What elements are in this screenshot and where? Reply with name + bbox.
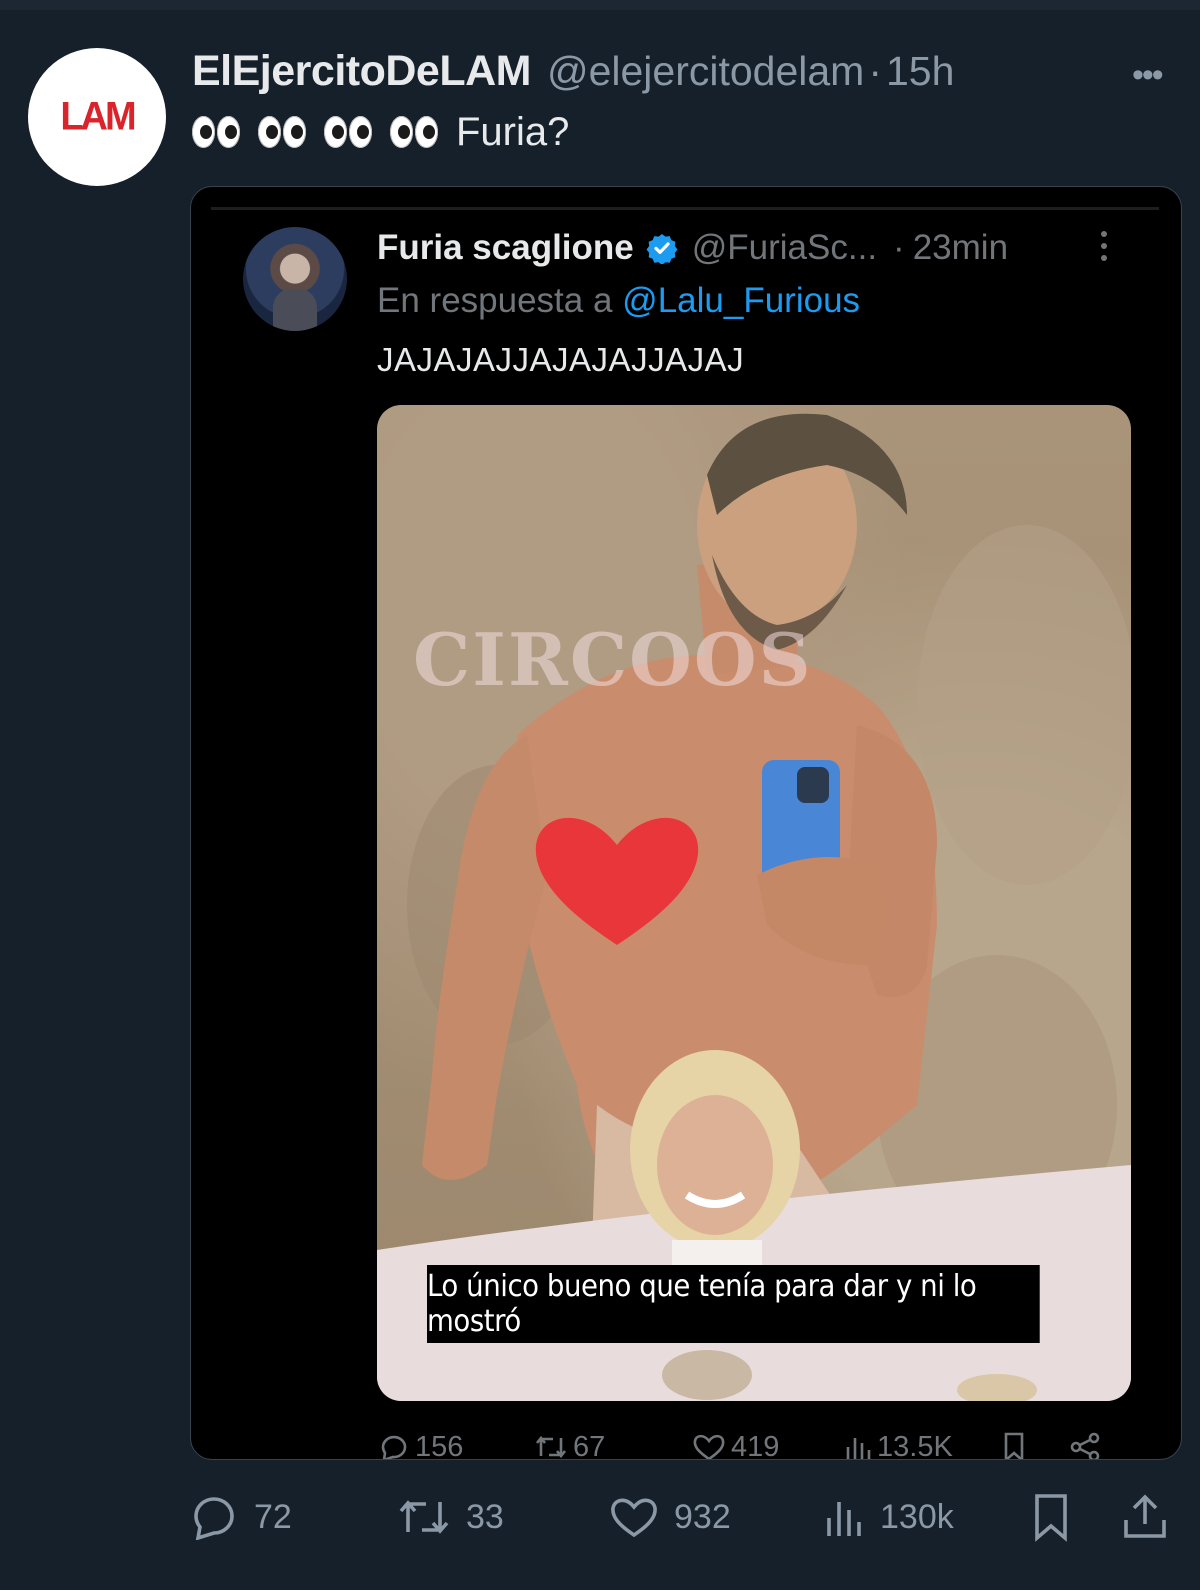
handle[interactable]: @elejercitodelam xyxy=(547,48,864,95)
quoted-reply-count: 156 xyxy=(415,1430,464,1460)
verified-badge-icon xyxy=(646,234,678,264)
quoted-timestamp[interactable]: 23min xyxy=(913,228,1008,268)
top-divider xyxy=(0,0,1200,10)
photo-watermark: CIRCOOS xyxy=(413,617,813,702)
quoted-handle[interactable]: @FuriaSc... xyxy=(692,228,877,268)
tweet-photo[interactable]: CIRCOOS Lo único bueno que tenía para da… xyxy=(377,405,1131,1401)
like-count: 932 xyxy=(674,1497,731,1536)
bookmark-icon xyxy=(1004,1432,1024,1459)
reply-count: 72 xyxy=(254,1497,292,1536)
separator-dot: · xyxy=(868,47,882,94)
reply-icon xyxy=(194,1497,234,1540)
share-icon xyxy=(1070,1432,1100,1459)
share-upload-icon xyxy=(1124,1494,1166,1538)
views-icon xyxy=(846,1438,871,1459)
views-button[interactable]: 130k xyxy=(822,1494,954,1540)
retweet-icon xyxy=(535,1435,567,1459)
quoted-tweet-header: Furia scaglione @FuriaSc... · 23min xyxy=(377,225,1008,271)
photo-illustration xyxy=(377,413,1131,1401)
tweet-text: Furia? xyxy=(192,104,569,160)
bookmark-button[interactable] xyxy=(1028,1492,1074,1542)
like-button[interactable]: 932 xyxy=(608,1494,731,1540)
quoted-like-button[interactable]: 419 xyxy=(691,1430,780,1460)
heart-icon xyxy=(611,1498,657,1538)
retweet-button[interactable]: 33 xyxy=(396,1494,504,1540)
separator-dot: · xyxy=(893,228,905,267)
reply-icon xyxy=(381,1435,407,1459)
divider xyxy=(211,207,1159,210)
views-icon xyxy=(827,1502,861,1536)
more-options-icon[interactable]: ••• xyxy=(1132,56,1164,95)
eyes-emoji-icon xyxy=(192,116,438,148)
quoted-retweet-count: 67 xyxy=(573,1430,606,1460)
photo-caption: Lo único bueno que tenía para dar y ni l… xyxy=(427,1265,1040,1343)
quoted-avatar[interactable] xyxy=(243,227,347,331)
tweet-header: ElEjercitoDeLAM @elejercitodelam · 15h xyxy=(192,44,954,98)
quoted-more-options-icon[interactable] xyxy=(1101,231,1111,267)
quoted-views-count: 13.5K xyxy=(877,1430,953,1460)
reply-mention-link[interactable]: @Lalu_Furious xyxy=(622,281,860,320)
lam-logo: LAM xyxy=(60,94,136,139)
metrics-bar: 72 33 932 130k xyxy=(190,1488,1180,1544)
reply-prefix: En respuesta a xyxy=(377,281,613,320)
quoted-tweet-card[interactable]: Furia scaglione @FuriaSc... · 23min En r… xyxy=(190,186,1182,1460)
quoted-retweet-button[interactable]: 67 xyxy=(533,1430,606,1460)
retweet-icon xyxy=(399,1500,449,1534)
quoted-display-name[interactable]: Furia scaglione xyxy=(377,228,634,268)
quoted-views-button[interactable]: 13.5K xyxy=(843,1430,953,1460)
reply-context: En respuesta a @Lalu_Furious xyxy=(377,281,860,321)
quoted-share-button[interactable] xyxy=(1067,1431,1103,1459)
reply-button[interactable]: 72 xyxy=(190,1494,292,1540)
quoted-metrics-bar: 156 67 419 13.5K xyxy=(377,1425,1117,1460)
quoted-like-count: 419 xyxy=(731,1430,780,1460)
heart-icon xyxy=(693,1434,725,1459)
share-button[interactable] xyxy=(1120,1492,1170,1542)
avatar[interactable]: LAM xyxy=(28,48,166,186)
bookmark-icon xyxy=(1035,1494,1067,1542)
timestamp[interactable]: 15h xyxy=(886,48,954,95)
quoted-reply-button[interactable]: 156 xyxy=(377,1430,464,1460)
quoted-bookmark-button[interactable] xyxy=(999,1431,1029,1459)
retweet-count: 33 xyxy=(466,1497,504,1536)
tweet-text-body: Furia? xyxy=(456,109,570,154)
views-count: 130k xyxy=(880,1497,954,1536)
quoted-tweet-text: JAJAJAJJAJAJAJJAJAJ xyxy=(377,341,745,378)
display-name[interactable]: ElEjercitoDeLAM xyxy=(192,47,531,96)
